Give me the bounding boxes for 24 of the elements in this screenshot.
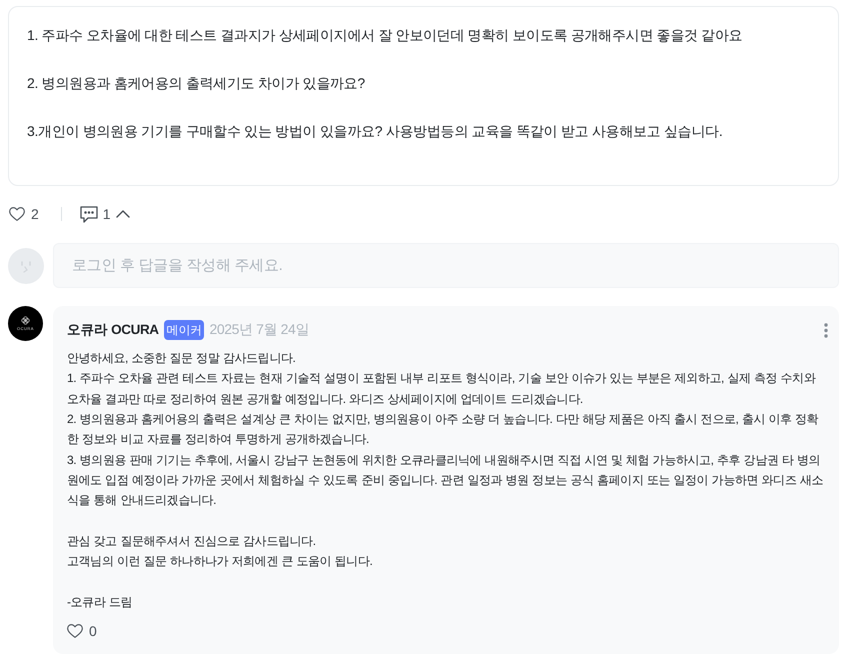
like-button[interactable]: 2 [9,204,39,224]
question-text: 1. 주파수 오차율에 대한 테스트 결과지가 상세페이지에서 잘 안보이던데 명확히 보이도록 공개해주시면 좋을것 같아요 [27,26,744,45]
author-name: 오큐라 OCURA [67,321,159,339]
speech-bubble-icon [80,206,98,222]
comment-text: 고객님의 이런 질문 하나하나가 저희에겐 큰 도움이 됩니다. [67,553,374,570]
reply-input-field[interactable]: 로그인 후 답글을 작성해 주세요. [53,243,839,288]
maker-badge: 메이커 [164,320,204,340]
more-button[interactable] [823,322,829,338]
question-text: 2. 병의원용과 홈케어용의 출력세기도 차이가 있을까요? [27,74,366,93]
logo-mark-icon [21,316,30,325]
like-button[interactable]: 0 [67,621,97,642]
comment-date: 2025년 7월 24일 [209,321,309,339]
comment-text: 관심 갖고 질문해주셔서 진심으로 감사드립니다. [67,532,317,550]
comment-text: 안녕하세요, 소중한 질문 정말 감사드립니다. [67,350,296,367]
question-text: 3.개인이 병의원용 기기를 구매할수 있는 방법이 있을까요? 사용방법등의 교육을 똑같이 받고 사용해보고 싶습니다. [27,122,724,141]
comment-text: -오큐라 드림 [67,594,134,611]
default-avatar-icon [8,248,44,284]
heart-icon [67,624,83,638]
heart-icon [9,206,25,222]
more-icon [824,322,828,338]
comments-toggle-button[interactable]: 1 [80,204,130,224]
comment-text: 3. 병의원용 판매 기기는 추후에, 서울시 강남구 논현동에 위치한 오큐라클리닉에 내원해주시면 직접 시연 및 체험 가능하시고, 추후 강남권 타 병의원에도 입점 예정이라 가까운 곳에서 체험하실 수 있도록 준비 중입니다. 관련 일정과 병원 정보는 공식 홈페이지 또는 일정이 가능하면 와디즈 새소식을 통해 안내드리겠습니다. [67,452,824,510]
comment-text: 1. 주파수 오차율 관련 테스트 자료는 현재 기술적 설명이 포함된 내부 리포트 형식이라, 기술 보안 이슈가 있는 부분은 제외하고, 실제 측정 수치와 오차율 결과만 따로 정리하여 원본 공개할 예정입니다. 와디즈 상세페이지에 업데이트 드리겠습니다. [67,370,817,408]
comment-text: 2. 병의원용과 홈케어용의 출력은 설계상 큰 차이는 없지만, 병의원용이 아주 소량 더 높습니다. 다만 해당 제품은 아직 출시 전으로, 출시 이후 정확한 정보와 비교 자료를 정리하여 투명하게 공개하겠습니다. [67,410,820,448]
